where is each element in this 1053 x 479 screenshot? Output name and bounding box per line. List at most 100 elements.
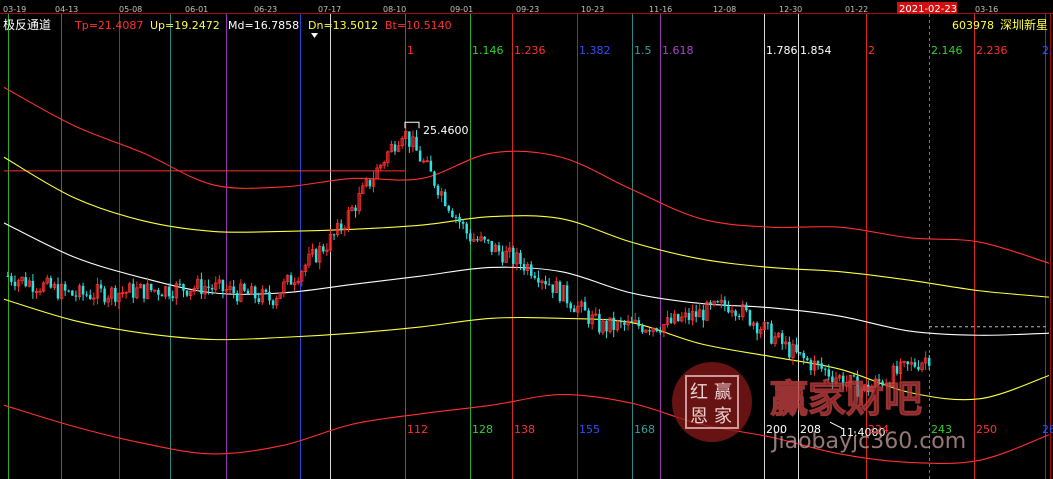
candle-body (408, 131, 411, 147)
candle-body (529, 264, 533, 276)
candle-body (436, 185, 440, 196)
candle-body (748, 310, 752, 326)
candle-body (637, 320, 641, 327)
candle-body (314, 249, 318, 263)
candle-body (605, 321, 608, 332)
seal-char: 红 (690, 382, 708, 403)
candle-body (612, 317, 615, 330)
candle-body (415, 136, 418, 151)
candle-body (533, 275, 537, 278)
candle-body (232, 286, 235, 294)
candle-body (483, 236, 486, 240)
high-price-label: 25.4600 (423, 124, 469, 137)
date-label: 2021-02-23 (899, 4, 957, 15)
candle-body (157, 289, 160, 295)
candle-body (917, 366, 920, 370)
candle-body (806, 358, 809, 361)
candle-body (659, 331, 662, 333)
candle-body (171, 296, 174, 298)
fib-ratio-label: 1 (407, 44, 414, 57)
candle-body (207, 286, 210, 288)
candle-body (501, 251, 504, 263)
candle-body (235, 293, 239, 302)
candle-body (816, 361, 820, 364)
candle-body (10, 276, 13, 282)
candle-body (820, 363, 823, 369)
candle-body (63, 284, 67, 291)
candle-body (583, 301, 587, 311)
indicator-value: Up=19.2472 (150, 19, 220, 32)
cycle-count-label: 155 (579, 423, 600, 436)
candle-body (257, 298, 261, 302)
candle-body (655, 328, 658, 332)
candle-body (809, 360, 813, 371)
candle-body (469, 233, 472, 242)
cycle-count-label: 26 (1042, 423, 1053, 436)
kline-chart: 25.460011.4000 红赢恩家赢家财吧Jiaobayjc360.com … (0, 0, 1053, 479)
candle-body (99, 284, 103, 289)
stock-code: 603978 (952, 19, 994, 32)
candle-body (85, 294, 88, 296)
candle-body (709, 302, 712, 305)
fib-ratio-label: 1.236 (514, 44, 546, 57)
candle-body (788, 341, 791, 358)
candle-body (587, 310, 590, 324)
candle-body (103, 288, 106, 303)
candle-body (630, 321, 633, 323)
indicator-title: 极反通道 (3, 18, 51, 32)
date-label: 07-17 (318, 5, 341, 14)
candle-body (149, 283, 153, 291)
candle-body (221, 279, 225, 292)
candle-body (745, 304, 748, 311)
cycle-count-label: 112 (407, 423, 428, 436)
date-label: 05-08 (119, 5, 142, 14)
candle-body (264, 289, 268, 292)
candle-body (210, 287, 214, 290)
candle-body (160, 294, 164, 297)
candle-body (200, 279, 203, 295)
date-label: 11-16 (649, 5, 672, 14)
date-label: 03-16 (975, 5, 998, 14)
indicator-value: Bt=10.5140 (385, 19, 452, 32)
date-label: 09-01 (450, 5, 473, 14)
candle-body (623, 322, 626, 325)
fib-ratio-label: 1.146 (472, 44, 504, 57)
candle-body (182, 284, 185, 291)
candle-body (913, 362, 917, 367)
candle-body (339, 223, 343, 230)
candle-body (669, 317, 673, 323)
candle-body (458, 217, 461, 222)
candle-body (798, 352, 802, 354)
date-label: 08-10 (383, 5, 406, 14)
candle-body (185, 290, 189, 296)
candle-body (565, 285, 569, 304)
candle-body (547, 284, 551, 286)
candle-body (447, 205, 451, 211)
candle-body (544, 281, 547, 285)
candle-body (368, 179, 372, 187)
candle-body (81, 285, 85, 295)
candle-body (895, 366, 899, 374)
date-label: 10-23 (581, 5, 604, 14)
candle-body (702, 309, 705, 321)
candle-body (6, 275, 10, 277)
candle-body (167, 286, 171, 297)
cycle-count-label: 138 (514, 423, 535, 436)
indicator-value: Md=16.7858 (228, 19, 299, 32)
candle-body (780, 333, 784, 344)
candle-body (573, 308, 576, 313)
date-label: 01-22 (845, 5, 868, 14)
candle-body (443, 191, 447, 206)
candle-body (558, 281, 562, 302)
fib-ratio-label: 2.236 (976, 44, 1008, 57)
candle-body (461, 221, 465, 224)
candle-body (243, 284, 246, 291)
candle-body (24, 277, 27, 287)
seal-badge (672, 362, 752, 442)
candle-body (454, 217, 458, 219)
candle-body (755, 322, 759, 334)
candle-body (687, 312, 691, 321)
candle-body (322, 246, 325, 252)
candle-body (429, 160, 433, 172)
cycle-count-label: 250 (976, 423, 997, 436)
